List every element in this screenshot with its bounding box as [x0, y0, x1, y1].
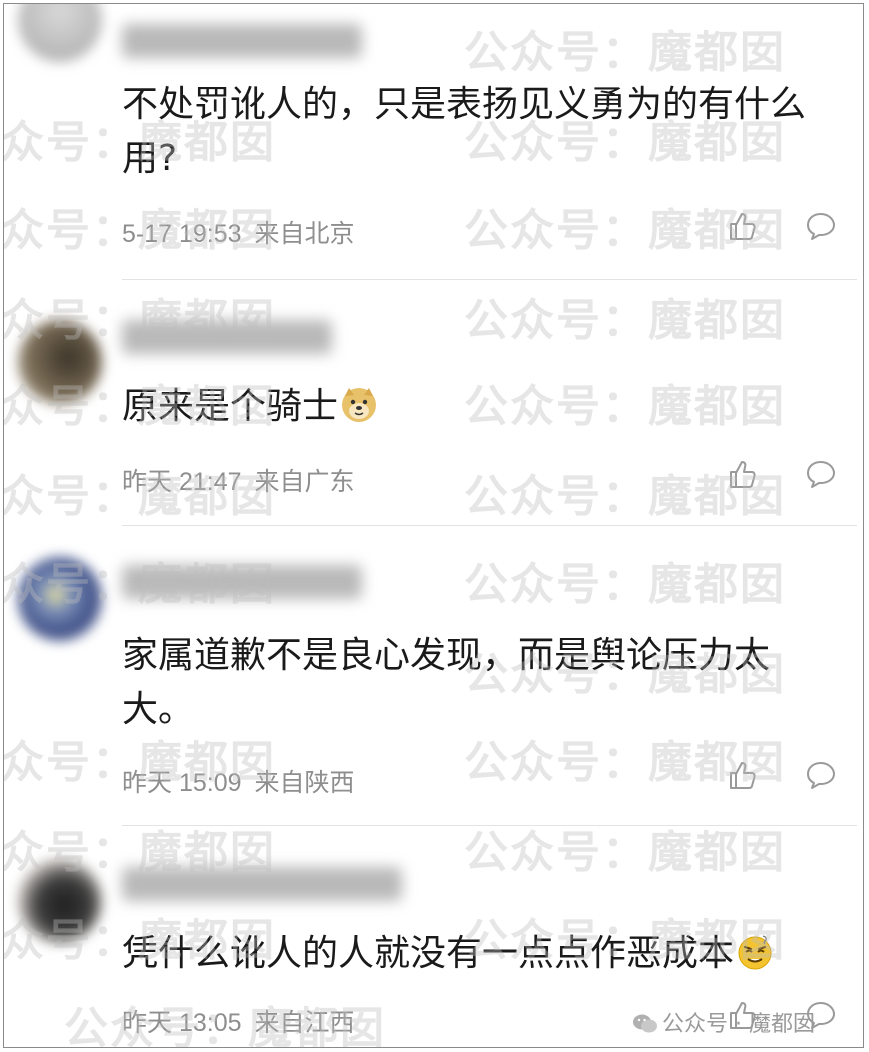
username-blurred[interactable]: [122, 320, 332, 354]
comment-meta: 5-17 19:53 来自北京: [122, 214, 355, 250]
comment-time: 昨天 13:05: [122, 1009, 242, 1037]
thumbs-up-icon[interactable]: [727, 210, 759, 246]
comment-bubble-icon[interactable]: [805, 210, 837, 246]
wechat-icon: [632, 1013, 658, 1041]
comment-location: 来自北京: [254, 220, 355, 248]
comment-item: 原来是个骑士 昨天 21:47 来自广东: [4, 282, 863, 527]
comment-meta: 昨天 15:09 来自陕西: [122, 763, 354, 799]
comment-location: 来自江西: [254, 1009, 355, 1037]
avatar[interactable]: [18, 859, 102, 943]
comment-text: 原来是个骑士: [122, 380, 835, 440]
thumbs-up-icon[interactable]: [727, 458, 759, 494]
source-tag: 公众号 · 魔都囡: [632, 1006, 815, 1041]
comment-bubble-icon[interactable]: [805, 759, 837, 795]
comment-meta: 昨天 13:05 来自江西: [122, 1003, 354, 1039]
comment-location: 来自陕西: [254, 769, 355, 797]
username-blurred[interactable]: [122, 565, 362, 599]
comment-bubble-icon[interactable]: [805, 458, 837, 494]
comment-time: 昨天 21:47: [122, 468, 242, 496]
comment-time: 昨天 15:09: [122, 769, 242, 797]
avatar[interactable]: [18, 557, 102, 641]
divider: [122, 279, 857, 280]
comment-item: 不处罚讹人的，只是表扬见义勇为的有什么用? 5-17 19:53 来自北京: [4, 4, 863, 282]
avatar[interactable]: [18, 320, 102, 404]
comment-item: 家属道歉不是良心发现，而是舆论压力太大。 昨天 15:09 来自陕西: [4, 527, 863, 827]
dizzy-face-emoji: [736, 933, 774, 987]
comment-actions: [727, 759, 837, 795]
doge-emoji: [340, 386, 378, 440]
username-blurred[interactable]: [122, 24, 362, 58]
username-blurred[interactable]: [122, 867, 402, 901]
divider: [122, 525, 857, 526]
comment-actions: [727, 458, 837, 494]
comment-text: 凭什么讹人的人就没有一点点作恶成本: [122, 927, 835, 987]
comment-location: 来自广东: [254, 468, 355, 496]
comment-actions: [727, 210, 837, 246]
comment-text: 家属道歉不是良心发现，而是舆论压力太大。: [122, 635, 771, 730]
source-tag-text: 公众号 · 魔都囡: [662, 1012, 815, 1037]
divider: [122, 825, 857, 826]
comment-text: 不处罚讹人的，只是表扬见义勇为的有什么用?: [122, 84, 807, 179]
avatar[interactable]: [18, 4, 102, 62]
thumbs-up-icon[interactable]: [727, 759, 759, 795]
comment-list: 不处罚讹人的，只是表扬见义勇为的有什么用? 5-17 19:53 来自北京 原来…: [3, 3, 864, 1048]
comment-time: 5-17 19:53: [122, 220, 242, 248]
comment-meta: 昨天 21:47 来自广东: [122, 462, 354, 498]
